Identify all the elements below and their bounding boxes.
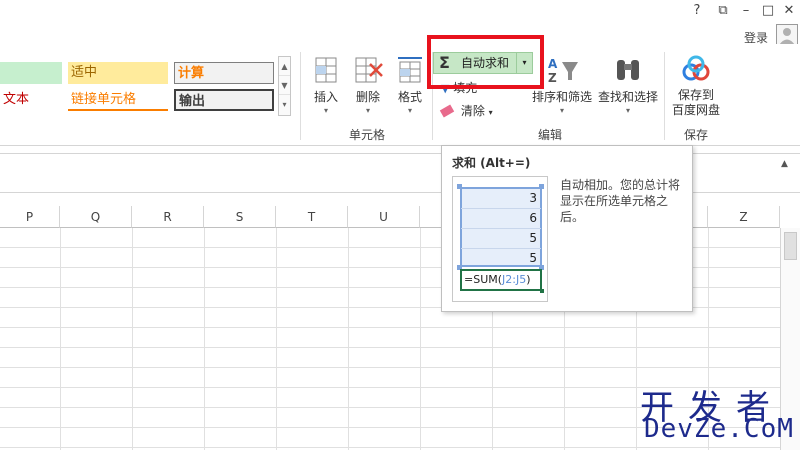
find-select-button[interactable]: 查找和选择 ▾ (596, 54, 660, 115)
column-header-p[interactable]: P (0, 206, 60, 228)
column-header-u[interactable]: U (348, 206, 420, 228)
style-calculation[interactable]: 计算 (174, 62, 274, 84)
tooltip-title: 求和 (Alt+=) (452, 156, 531, 170)
minimize-button[interactable]: – (735, 2, 757, 20)
sort-filter-label: 排序和筛选 (531, 90, 592, 104)
style-neutral[interactable]: 适中 (68, 62, 168, 84)
format-cells-icon (398, 57, 422, 83)
title-bar: ? ⧉ – □ ✕ (0, 0, 800, 24)
insert-cells-icon (315, 57, 337, 83)
column-header-z[interactable]: Z (708, 206, 780, 228)
clear-label: 清除 (460, 104, 485, 118)
svg-text:A: A (548, 57, 558, 71)
baidu-cloud-icon (682, 55, 710, 81)
ribbon-home: 适中 计算 文本 链接单元格 输出 ▲ ▼ ▾ 插入 ▾ 删除 ▾ 格式 ▾ 单… (0, 44, 800, 146)
preview-value: 5 (529, 251, 537, 265)
style-output[interactable]: 输出 (174, 89, 274, 111)
column-header-t[interactable]: T (276, 206, 348, 228)
chevron-down-icon: ▾ (559, 106, 564, 115)
gallery-more-icon[interactable]: ▾ (279, 95, 290, 114)
save-to-baidu-line2: 百度网盘 (671, 103, 720, 117)
user-icon (779, 28, 795, 45)
scroll-down-icon[interactable]: ▼ (279, 76, 290, 95)
preview-value: 6 (529, 211, 537, 225)
column-header-s[interactable]: S (204, 206, 276, 228)
close-button[interactable]: ✕ (778, 2, 800, 20)
preview-value: 3 (529, 191, 537, 205)
delete-label: 删除 (355, 90, 380, 104)
binoculars-icon (617, 60, 639, 80)
save-to-baidu-line1: 保存到 (677, 88, 714, 102)
column-header-q[interactable]: Q (60, 206, 132, 228)
autosum-tooltip: 求和 (Alt+=) 3 6 5 5 =SUM(J2:J5) 自动相加。您的总计… (441, 145, 693, 312)
save-to-baidu-button[interactable]: 保存到 百度网盘 (668, 54, 724, 118)
maximize-button[interactable]: □ (757, 2, 779, 20)
autosum-highlight-box (427, 35, 544, 89)
style-good[interactable] (0, 62, 62, 84)
chevron-up-icon[interactable]: ▲ (781, 159, 788, 169)
help-button[interactable]: ? (686, 2, 708, 20)
sort-filter-icon: A Z (548, 57, 578, 85)
svg-text:Z: Z (548, 71, 557, 85)
save-to-baidu-label: 保存到 百度网盘 (668, 88, 724, 118)
style-gallery-scroll[interactable]: ▲ ▼ ▾ (278, 56, 291, 116)
preview-formula: =SUM(J2:J5) (460, 269, 542, 291)
clear-button[interactable]: 清除 ▾ (439, 102, 493, 119)
edit-group-label: 编辑 (538, 128, 563, 142)
ribbon-display-button[interactable]: ⧉ (712, 2, 734, 20)
fill-handle (540, 289, 544, 293)
chevron-down-icon: ▾ (488, 108, 493, 117)
cells-group-label: 单元格 (349, 128, 386, 142)
delete-button[interactable]: 删除 ▾ (350, 54, 386, 115)
column-header-r[interactable]: R (132, 206, 204, 228)
format-label: 格式 (397, 90, 422, 104)
format-button[interactable]: 格式 ▾ (392, 54, 428, 115)
find-select-label: 查找和选择 (597, 90, 658, 104)
delete-cells-icon (355, 57, 383, 83)
avatar[interactable] (776, 24, 798, 46)
chevron-down-icon: ▾ (323, 106, 328, 115)
chevron-down-icon: ▾ (365, 106, 370, 115)
formula-suffix: ) (526, 273, 531, 286)
formula-range: J2:J5 (502, 273, 527, 286)
save-group-label: 保存 (684, 128, 709, 142)
chevron-down-icon: ▾ (625, 106, 630, 115)
tooltip-description: 自动相加。您的总计将显示在所选单元格之后。 (560, 178, 681, 224)
chevron-down-icon: ▾ (407, 106, 412, 115)
style-warning-text[interactable]: 文本 (0, 89, 62, 111)
ribbon-separator (300, 52, 301, 140)
scroll-up-icon[interactable]: ▲ (279, 57, 290, 76)
watermark-latin: DevZe.CoM (644, 414, 794, 444)
preview-value: 5 (529, 231, 537, 245)
insert-label: 插入 (313, 90, 338, 104)
scrollbar-thumb[interactable] (784, 232, 797, 260)
eraser-icon (439, 104, 455, 118)
excel-window: ? ⧉ – □ ✕ 登录 适中 计算 文本 链接单元格 输出 ▲ ▼ ▾ 插入 … (0, 0, 800, 450)
insert-button[interactable]: 插入 ▾ (308, 54, 344, 115)
formula-prefix: =SUM( (464, 273, 503, 286)
style-linked-cell[interactable]: 链接单元格 (68, 89, 168, 111)
ribbon-separator (664, 52, 665, 140)
tooltip-preview: 3 6 5 5 =SUM(J2:J5) (452, 176, 548, 302)
